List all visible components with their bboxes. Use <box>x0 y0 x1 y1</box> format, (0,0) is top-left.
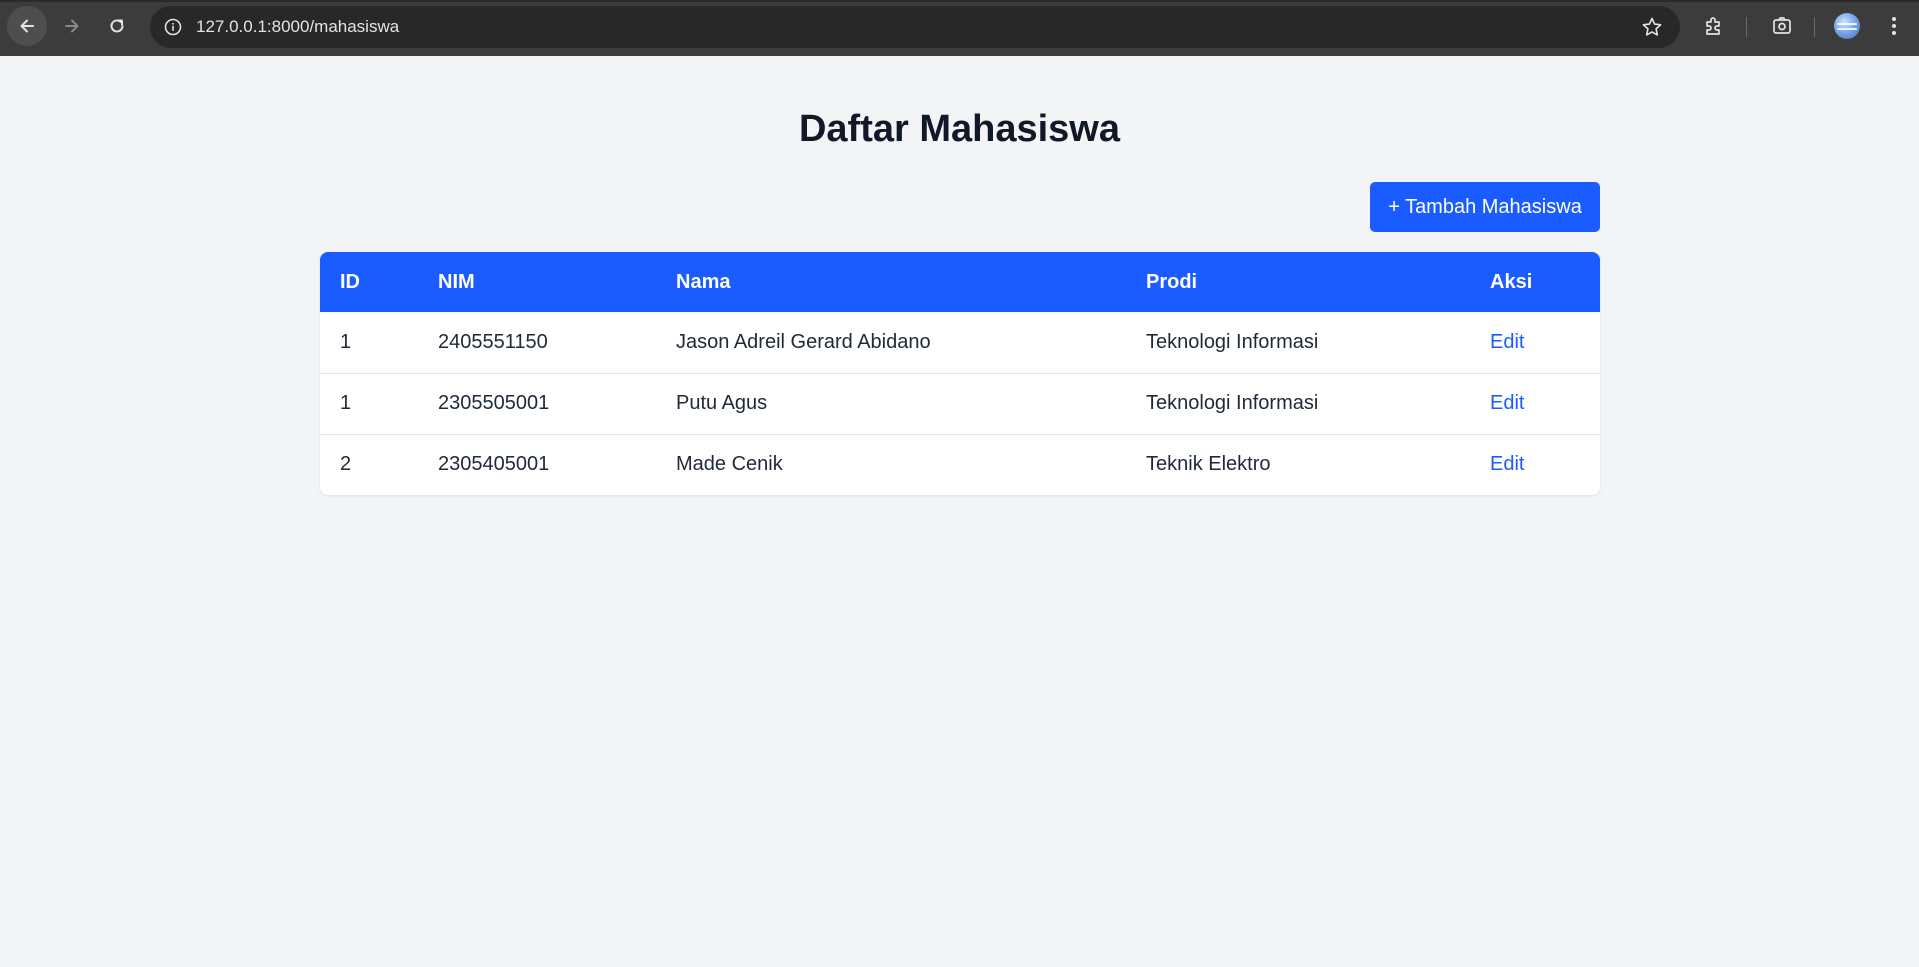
window-top-edge <box>0 0 1919 2</box>
mahasiswa-table: ID NIM Nama Prodi Aksi 1 2405551150 Jaso… <box>320 252 1600 495</box>
site-info-icon <box>164 18 182 36</box>
cell-nim: 2305505001 <box>438 392 550 414</box>
reload-button[interactable] <box>97 6 137 46</box>
cell-prodi: Teknik Elektro <box>1146 453 1271 476</box>
reload-icon <box>110 19 124 33</box>
column-header-prodi: Prodi <box>1146 270 1198 293</box>
back-button[interactable] <box>7 6 47 46</box>
cell-id: 1 <box>340 330 352 353</box>
site-info-button[interactable] <box>160 14 186 40</box>
screenshot-button[interactable] <box>1768 12 1796 40</box>
url-text[interactable]: 127.0.0.1:8000/mahasiswa <box>196 6 399 48</box>
back-arrow-icon <box>20 19 34 33</box>
forward-button[interactable] <box>52 6 92 46</box>
browser-toolbar: 127.0.0.1:8000/mahasiswa <box>0 0 1919 56</box>
menu-dots-icon <box>1892 17 1896 35</box>
cell-prodi: Teknologi Informasi <box>1146 392 1319 414</box>
toolbar-separator <box>1746 17 1747 37</box>
cell-nama: Jason Adreil Gerard Abidano <box>676 330 931 353</box>
table-row: 2 2305405001 Made Cenik Teknik Elektro E… <box>320 434 1600 495</box>
cell-nama: Putu Agus <box>676 392 768 414</box>
edit-link[interactable]: Edit <box>1490 331 1524 353</box>
forward-arrow-icon <box>65 19 79 33</box>
edit-link[interactable]: Edit <box>1490 392 1524 414</box>
table-header-row: ID NIM Nama Prodi Aksi <box>320 252 1600 312</box>
cell-nama: Made Cenik <box>676 453 783 476</box>
address-bar[interactable]: 127.0.0.1:8000/mahasiswa <box>150 6 1680 48</box>
cell-nim: 2405551150 <box>438 330 548 353</box>
profile-avatar-icon[interactable] <box>1834 13 1860 39</box>
cell-aksi: Edit <box>1470 434 1600 495</box>
cell-prodi: Teknologi Informasi <box>1146 330 1319 353</box>
column-header-nama: Nama <box>676 270 731 293</box>
column-header-id: ID <box>340 270 360 293</box>
cell-id: 1 <box>340 392 352 414</box>
cell-aksi: Edit <box>1470 312 1600 373</box>
bookmark-star-icon <box>1642 17 1662 36</box>
add-mahasiswa-button[interactable]: + Tambah Mahasiswa <box>1370 182 1600 232</box>
cell-aksi: Edit <box>1470 373 1600 434</box>
bookmark-button[interactable] <box>1640 15 1664 39</box>
cell-id: 2 <box>340 453 352 476</box>
cell-nim: 2305405001 <box>438 453 550 476</box>
page-title: Daftar Mahasiswa <box>798 108 1120 150</box>
column-header-aksi: Aksi <box>1490 270 1533 293</box>
browser-menu-button[interactable] <box>1880 12 1908 40</box>
extensions-icon <box>1706 17 1720 35</box>
table-row: 1 2305505001 Putu Agus Teknologi Informa… <box>320 373 1600 434</box>
edit-link[interactable]: Edit <box>1490 453 1524 475</box>
extensions-button[interactable] <box>1700 12 1728 40</box>
toolbar-separator <box>1814 17 1815 37</box>
column-header-nim: NIM <box>438 270 475 293</box>
screenshot-icon <box>1773 17 1791 34</box>
table-row: 1 2405551150 Jason Adreil Gerard Abidano… <box>320 312 1600 373</box>
